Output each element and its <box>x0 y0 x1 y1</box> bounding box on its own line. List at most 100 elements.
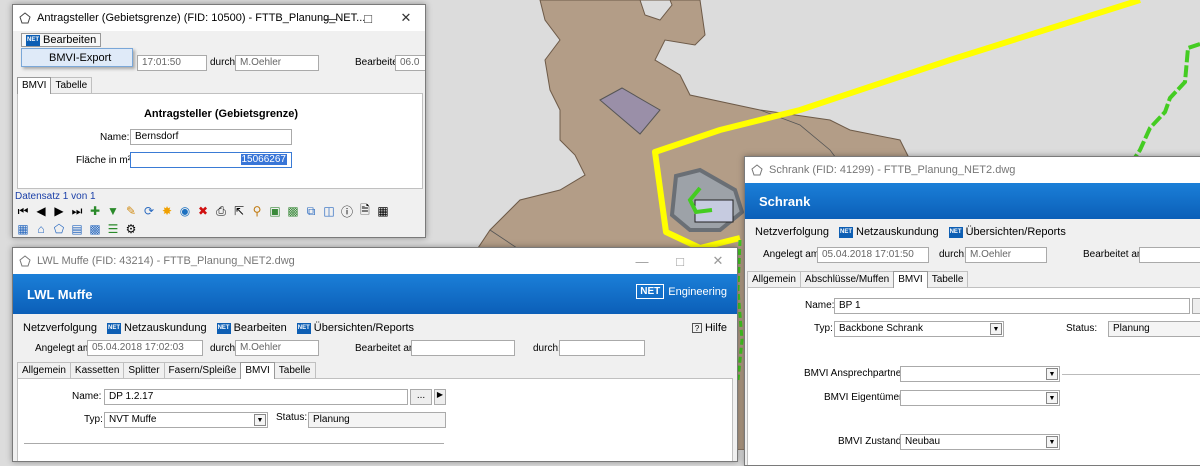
tab-allgemein[interactable]: Allgemein <box>17 362 71 378</box>
durch-field[interactable]: M.Oehler <box>235 55 319 71</box>
edit-pencil-icon[interactable]: ✎ <box>123 203 139 219</box>
lwl-muffe-banner: LWL Muffe NET Engineering <box>13 274 737 314</box>
chart-icon[interactable]: ▤ <box>69 221 85 237</box>
polygon-icon <box>751 164 763 176</box>
filter-icon[interactable]: ▼ <box>105 203 121 219</box>
status-label: Status: <box>1066 323 1098 334</box>
tab-abschluesse[interactable]: Abschlüsse/Muffen <box>799 271 895 287</box>
menu-uebersichten[interactable]: NET Übersichten/Reports <box>948 226 1066 238</box>
select-icon[interactable]: ⇱ <box>231 203 247 219</box>
layer-icon[interactable]: ▣ <box>267 203 283 219</box>
typ-select[interactable]: Backbone Schrank ▼ <box>834 321 1004 337</box>
help-icon: ? <box>691 323 702 333</box>
minimize-button[interactable]: — <box>311 5 349 31</box>
menu-bearbeiten[interactable]: NET Bearbeiten <box>216 322 287 334</box>
name-input[interactable]: Bernsdorf <box>130 129 292 145</box>
bearbeiten-menu-label: Bearbeiten <box>43 34 97 46</box>
lwl-menubar: Netzverfolgung NET Netzauskundung NET Bear… <box>13 318 737 338</box>
name-input[interactable]: BP 1 <box>834 298 1190 314</box>
settings-document-icon[interactable]: ⚙ <box>123 221 139 237</box>
bearbeiten-menu[interactable]: NET Bearbeiten <box>21 33 102 47</box>
menu-netzverfolgung[interactable]: Netzverfolgung <box>755 226 829 238</box>
durch-field[interactable]: M.Oehler <box>965 247 1047 263</box>
tab-bmvi[interactable]: BMVI <box>893 271 928 288</box>
close-button[interactable]: ✕ <box>699 248 737 274</box>
pentagon-icon[interactable]: ⬠ <box>51 221 67 237</box>
antragsteller-titlebar[interactable]: Antragsteller (Gebietsgrenze) (FID: 1050… <box>13 5 425 31</box>
home-icon[interactable]: ⌂ <box>33 221 49 237</box>
filter-add-icon[interactable]: ✚ <box>87 203 103 219</box>
info-icon[interactable]: ⓘ <box>339 203 355 219</box>
minimize-button[interactable]: — <box>623 248 661 274</box>
copy-icon[interactable]: ⧉ <box>303 203 319 219</box>
durch2-field[interactable] <box>559 340 645 356</box>
bmvi-export-menu-item[interactable]: BMVI-Export <box>21 48 133 67</box>
globe-icon[interactable]: ◉ <box>177 203 193 219</box>
close-button[interactable]: ✕ <box>387 5 425 31</box>
tab-strip: BMVI Tabelle <box>17 77 93 94</box>
frame-icon[interactable]: ◫ <box>321 203 337 219</box>
chevron-down-icon: ▼ <box>254 414 266 426</box>
flaeche-input[interactable]: 15066267 <box>130 152 292 168</box>
last-record-icon[interactable]: ⏭ <box>69 203 85 219</box>
typ-select[interactable]: NVT Muffe ▼ <box>104 412 268 428</box>
tab-kassetten[interactable]: Kassetten <box>69 362 125 378</box>
name-picker-button[interactable] <box>1192 298 1200 314</box>
angelegt-time-field[interactable]: 17:01:50 <box>137 55 207 71</box>
delete-icon[interactable]: ✖ <box>195 203 211 219</box>
schrank-titlebar[interactable]: Schrank (FID: 41299) - FTTB_Planung_NET2… <box>745 157 1200 183</box>
bmvi-panel: Antragsteller (Gebietsgrenze) Name: Bern… <box>17 93 423 189</box>
refresh-icon[interactable]: ⟳ <box>141 203 157 219</box>
ellipsis-button[interactable]: ... <box>410 389 432 405</box>
toolbar-row-2: ▦ ⌂ ⬠ ▤ ▩ ☰ ⚙ <box>15 221 139 237</box>
tab-bmvi[interactable]: BMVI <box>240 362 275 379</box>
tab-tabelle[interactable]: Tabelle <box>50 77 93 93</box>
bearbeitet-field[interactable] <box>1139 247 1200 263</box>
list-add-icon[interactable]: ☰ <box>105 221 121 237</box>
tab-bmvi[interactable]: BMVI <box>17 77 52 94</box>
maximize-button[interactable]: □ <box>661 248 699 274</box>
name-input[interactable]: DP 1.2.17 <box>104 389 408 405</box>
zustand-value: Neubau <box>905 436 941 447</box>
zustand-select[interactable]: Neubau ▼ <box>900 434 1060 450</box>
menu-netzauskundung[interactable]: NET Netzauskundung <box>107 322 207 334</box>
menu-hilfe[interactable]: ? Hilfe <box>691 322 727 334</box>
menu-netzauskundung[interactable]: NET Netzauskundung <box>839 226 939 238</box>
next-record-icon[interactable]: ▶ <box>51 203 67 219</box>
status-field[interactable]: Planung <box>1108 321 1200 337</box>
lwl-muffe-titlebar[interactable]: LWL Muffe (FID: 43214) - FTTB_Planung_NE… <box>13 248 737 274</box>
tab-allgemein[interactable]: Allgemein <box>747 271 801 287</box>
net-icon: NET <box>26 34 40 46</box>
menu-uebersichten[interactable]: NET Übersichten/Reports <box>296 322 414 334</box>
bearbeitet-field[interactable]: 06.0 <box>395 55 425 71</box>
angelegt-field[interactable]: 05.04.2018 17:01:50 <box>817 247 929 263</box>
image-icon[interactable]: ▦ <box>375 203 391 219</box>
layers-icon[interactable]: ▩ <box>285 203 301 219</box>
prev-record-icon[interactable]: ◀ <box>33 203 49 219</box>
durch-field[interactable]: M.Oehler <box>235 340 319 356</box>
separator <box>1062 374 1200 375</box>
tab-fasern[interactable]: Fasern/Spleiße <box>163 362 242 378</box>
menu-netzverfolgung[interactable]: Netzverfolgung <box>23 322 97 334</box>
tab-tabelle[interactable]: Tabelle <box>273 362 316 378</box>
zoom-icon[interactable]: ⚲ <box>249 203 265 219</box>
maximize-button[interactable]: □ <box>349 5 387 31</box>
bearbeitet-field[interactable] <box>411 340 515 356</box>
eigentuemer-select[interactable]: ▼ <box>900 390 1060 406</box>
tab-splitter[interactable]: Splitter <box>123 362 165 378</box>
chevron-down-icon: ▼ <box>1046 368 1058 380</box>
status-field[interactable]: Planung <box>308 412 446 428</box>
angelegt-field[interactable]: 05.04.2018 17:02:03 <box>87 340 203 356</box>
print-icon[interactable]: ⎙ <box>213 203 229 219</box>
grid-icon[interactable]: ▩ <box>87 221 103 237</box>
goto-button[interactable]: ▶ <box>434 389 446 405</box>
highlight-icon[interactable]: ✸ <box>159 203 175 219</box>
polygon-icon <box>19 255 31 267</box>
tab-tabelle[interactable]: Tabelle <box>926 271 969 287</box>
window-title: Schrank (FID: 41299) - FTTB_Planung_NET2… <box>769 164 1016 176</box>
first-record-icon[interactable]: ⏮ <box>15 203 31 219</box>
typ-label: Typ: <box>814 323 833 334</box>
table-icon[interactable]: ▦ <box>15 221 31 237</box>
ansprech-select[interactable]: ▼ <box>900 366 1060 382</box>
document-icon[interactable]: 🗎 <box>357 203 373 219</box>
